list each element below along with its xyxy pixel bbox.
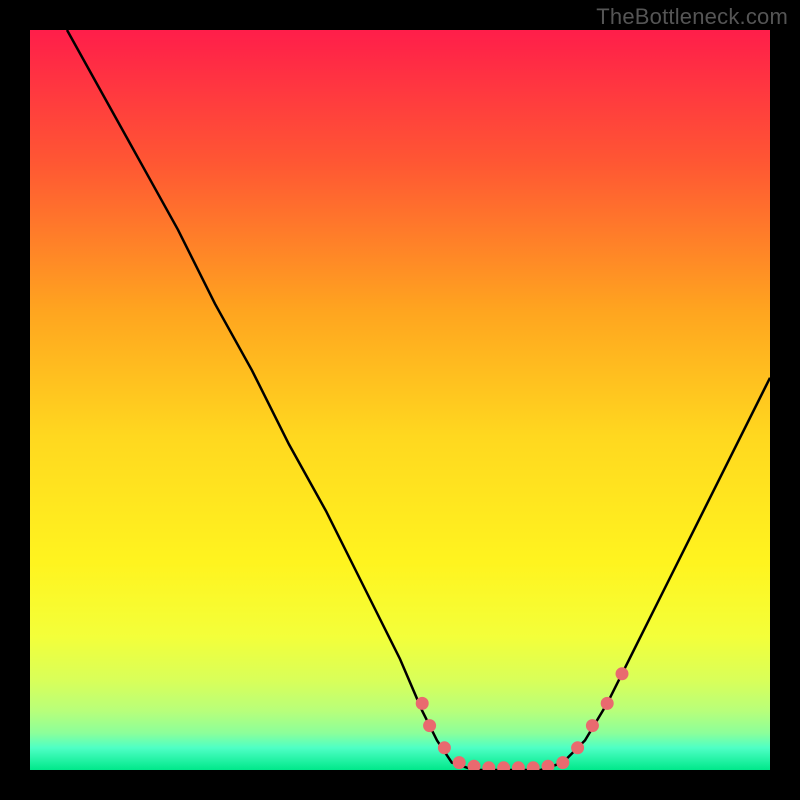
data-marker (423, 719, 436, 732)
chart-svg (30, 30, 770, 770)
data-marker (556, 756, 569, 769)
data-marker (601, 697, 614, 710)
watermark-text: TheBottleneck.com (596, 4, 788, 30)
plot-area (30, 30, 770, 770)
data-marker (453, 756, 466, 769)
data-marker (571, 741, 584, 754)
chart-container: TheBottleneck.com (0, 0, 800, 800)
data-marker (416, 697, 429, 710)
data-marker (586, 719, 599, 732)
data-marker (438, 741, 451, 754)
data-marker (616, 667, 629, 680)
